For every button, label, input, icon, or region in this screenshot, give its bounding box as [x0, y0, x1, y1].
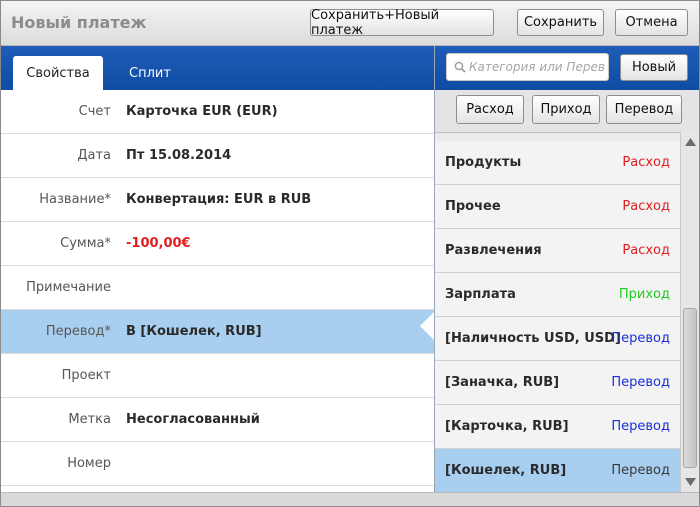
properties-form: Счет Карточка EUR (EUR) Дата Пт 15.08.20… — [1, 90, 434, 486]
field-account[interactable]: Счет Карточка EUR (EUR) — [1, 90, 434, 134]
field-number[interactable]: Номер — [1, 442, 434, 486]
category-item[interactable]: Развлечения Расход — [435, 229, 680, 273]
bottom-edge — [1, 492, 699, 506]
category-item[interactable]: [Карточка, RUB] Перевод — [435, 405, 680, 449]
field-label: Сумма* — [60, 236, 111, 251]
field-project[interactable]: Проект — [1, 354, 434, 398]
save-and-new-button[interactable]: Сохранить+Новый платеж — [310, 8, 494, 38]
category-item[interactable]: Зарплата Приход — [435, 273, 680, 317]
title-bar: Новый платеж Сохранить+Новый платеж Сохр… — [1, 1, 699, 46]
new-button[interactable]: Новый — [620, 54, 688, 81]
window-title: Новый платеж — [11, 13, 147, 32]
selection-pointer — [420, 312, 434, 340]
tab-split[interactable]: Сплит — [113, 56, 187, 90]
field-note[interactable]: Примечание — [1, 266, 434, 310]
category-type: Расход — [622, 155, 670, 170]
category-name: Продукты — [445, 155, 522, 170]
field-value: Конвертация: EUR в RUB — [126, 192, 312, 207]
category-type: Перевод — [611, 419, 670, 434]
scroll-down-arrow-icon[interactable] — [683, 475, 698, 489]
field-label: Метка — [68, 412, 111, 427]
category-item[interactable]: [Кошелек, RUB] Перевод — [435, 449, 680, 493]
field-value: Несогласованный — [126, 412, 260, 427]
field-amount[interactable]: Сумма* -100,00€ — [1, 222, 434, 266]
filter-income-button[interactable]: Приход — [532, 95, 600, 124]
cancel-button[interactable]: Отмена — [615, 9, 688, 36]
category-item[interactable]: [Наличность USD, USD] Перевод — [435, 317, 680, 361]
field-label: Название* — [39, 192, 111, 207]
field-name[interactable]: Название* Конвертация: EUR в RUB — [1, 178, 434, 222]
category-type: Перевод — [611, 375, 670, 390]
category-panel: Категория или Перевод Новый Расход Прихо… — [434, 46, 699, 493]
panel-toolbar: Категория или Перевод Новый — [435, 46, 699, 90]
field-value: -100,00€ — [126, 236, 191, 251]
category-item[interactable]: [Заначка, RUB] Перевод — [435, 361, 680, 405]
field-tag[interactable]: Метка Несогласованный — [1, 398, 434, 442]
category-name: [Заначка, RUB] — [445, 375, 560, 390]
category-list: Продукты Расход Прочее Расход Развлечения Рас… — [435, 141, 680, 493]
category-item[interactable]: Прочее Расход — [435, 185, 680, 229]
category-name: Развлечения — [445, 243, 542, 258]
category-name: [Наличность USD, USD] — [445, 331, 621, 346]
field-date[interactable]: Дата Пт 15.08.2014 — [1, 134, 434, 178]
search-icon — [454, 61, 466, 73]
category-name: Зарплата — [445, 287, 516, 302]
field-label: Счет — [78, 104, 111, 119]
category-item[interactable]: Продукты Расход — [435, 141, 680, 185]
filter-bar: Расход Приход Перевод — [435, 90, 699, 133]
field-label: Проект — [61, 368, 111, 383]
category-name: [Кошелек, RUB] — [445, 463, 567, 478]
category-name: [Карточка, RUB] — [445, 419, 569, 434]
field-label: Перевод* — [45, 324, 111, 339]
dialog-window: Новый платеж Сохранить+Новый платеж Сохр… — [0, 0, 700, 507]
field-value: В [Кошелек, RUB] — [126, 324, 262, 339]
field-label: Примечание — [26, 280, 111, 295]
filter-transfer-button[interactable]: Перевод — [606, 95, 682, 124]
field-value: Карточка EUR (EUR) — [126, 104, 278, 119]
category-type: Перевод — [611, 463, 670, 478]
search-placeholder: Категория или Перевод — [469, 60, 605, 74]
category-type: Расход — [622, 243, 670, 258]
field-transfer[interactable]: Перевод* В [Кошелек, RUB] — [1, 310, 434, 354]
tab-properties[interactable]: Свойства — [13, 56, 103, 90]
save-button[interactable]: Сохранить — [517, 9, 604, 36]
category-type: Расход — [622, 199, 670, 214]
filter-expense-button[interactable]: Расход — [456, 95, 524, 124]
scrollbar-thumb[interactable] — [683, 308, 697, 468]
category-type: Приход — [618, 287, 670, 302]
field-label: Дата — [77, 148, 111, 163]
scroll-up-arrow-icon[interactable] — [683, 135, 698, 149]
scrollbar[interactable] — [680, 132, 699, 492]
field-label: Номер — [67, 456, 111, 471]
field-value: Пт 15.08.2014 — [126, 148, 232, 163]
search-input[interactable]: Категория или Перевод — [446, 53, 609, 81]
tab-bar: Свойства Сплит — [1, 46, 434, 90]
category-type: Перевод — [611, 331, 670, 346]
category-name: Прочее — [445, 199, 501, 214]
